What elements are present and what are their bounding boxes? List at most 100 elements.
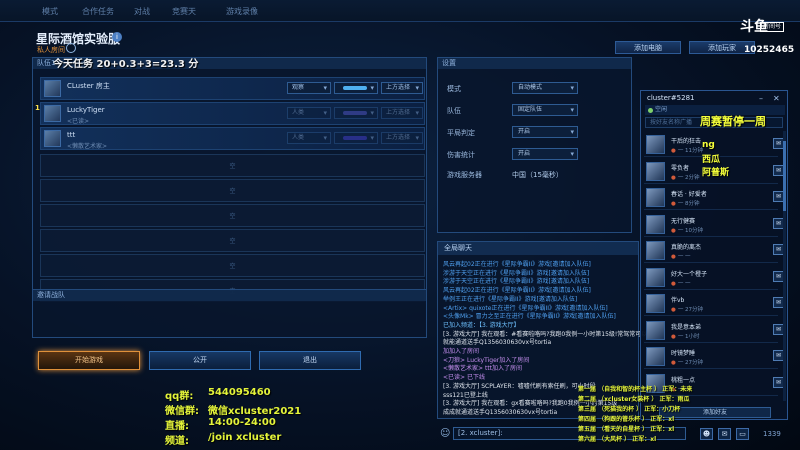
friend-row[interactable]: 真脆的离杰一 一✉ [644, 239, 784, 263]
chat-message: <Artix> quixote正在进行《星际争霸II》游戏[邀请加入队伍] [443, 304, 608, 312]
mode-dropdown[interactable]: 自动模式 [512, 82, 578, 94]
friend-avatar [646, 188, 665, 207]
chat-message: 加加入了房间 [443, 348, 480, 355]
task-overlay: 今天任务 20+0.3+3=23.3 分 [53, 59, 199, 70]
close-icon[interactable]: ✕ [773, 94, 780, 103]
lobby-subtitle: 私人房间 [37, 46, 65, 54]
chat-message: 风云再起02正在进行《星际争霸II》游戏[邀请加入队伍] [443, 261, 591, 268]
action-dropdown[interactable]: 上方选择 [381, 132, 423, 144]
player-name: LuckyTiger [67, 106, 105, 114]
chat-message: 涉游于天空正在进行《星际争霸II》游戏[邀请加入队伍] [443, 269, 590, 277]
server-label: 游戏服务器 [447, 171, 482, 179]
add-pc-button[interactable]: 添加电脑 [615, 41, 681, 54]
friend-avatar [646, 135, 665, 154]
friend-name: 真脆的离杰 [671, 244, 702, 251]
setting-label: 队伍 [447, 107, 461, 115]
nav-tab[interactable]: 游戏录像 [226, 6, 258, 17]
chat-header[interactable]: 全局聊天 [438, 242, 638, 255]
player-row: ttt <懒散艺术家> 人类 上方选择 [40, 127, 425, 150]
scroll-thumb[interactable] [783, 141, 786, 211]
player-name: ttt [67, 131, 76, 139]
privacy-icon[interactable] [66, 43, 76, 53]
tie-dropdown[interactable]: 开启 [512, 126, 578, 138]
empty-slot[interactable]: 空 [40, 179, 425, 202]
color-swatch [343, 111, 367, 115]
nav-tab[interactable]: 竞赛天 [172, 6, 196, 17]
setting-label: 伤害统计 [447, 151, 475, 159]
chat-message: sss121已登上线 [443, 391, 488, 399]
friend-status: 一 一 [671, 279, 691, 287]
users-icon[interactable]: ☻ [700, 428, 713, 440]
nav-tab[interactable]: 模式 [42, 6, 58, 17]
action-dropdown[interactable]: 上方选择 [381, 107, 423, 119]
chat-message: 就能通道送手Q1356030630vx号tortia [443, 339, 552, 347]
empty-slot[interactable]: 空 [40, 229, 425, 252]
settings-panel: 设置 模式 自动模式 队伍 固定队伍 平局判定 开启 伤害统计 开启 游戏服务器… [437, 57, 632, 233]
chat-message: <头像Mk> 冒力之至正在进行《星际争霸II》游戏[邀请加入队伍] [443, 313, 616, 321]
friend-name: 干后的狂击 [671, 138, 702, 145]
friend-name: 伴vb [671, 297, 685, 304]
slot-label: 空 [229, 163, 236, 170]
nav-tab[interactable]: 合作任务 [82, 6, 114, 17]
empty-slot[interactable]: 空 [40, 154, 425, 177]
friends-title: cluster#5281 [647, 94, 695, 102]
chat-message: 成成就通道送手Q1356030630vx号tortia [443, 408, 558, 416]
role-dropdown[interactable]: 人类 [287, 107, 331, 119]
friend-avatar [646, 320, 665, 340]
friend-row[interactable]: 无行健赛一 10分钟✉ [644, 213, 784, 237]
friend-avatar [646, 267, 665, 287]
friend-row[interactable]: 伴vb一 27分钟✉ [644, 292, 784, 316]
damage-dropdown[interactable]: 开启 [512, 148, 578, 160]
minimize-icon[interactable]: – [759, 94, 763, 103]
player-avatar[interactable] [44, 130, 61, 147]
color-dropdown[interactable] [334, 107, 378, 119]
color-dropdown[interactable] [334, 82, 378, 94]
empty-slot[interactable]: 空 [40, 204, 425, 227]
nav-tab[interactable]: 对战 [134, 6, 150, 17]
team-dropdown[interactable]: 固定队伍 [512, 104, 578, 116]
side-note: 阿普斯 [702, 168, 730, 178]
info-value: 544095460 [208, 387, 271, 398]
friend-avatar [646, 161, 665, 181]
friend-avatar [646, 241, 665, 260]
emoji-icon[interactable]: ☺ [440, 428, 450, 439]
friends-scrollbar[interactable] [783, 131, 786, 401]
role-dropdown[interactable]: 观察 [287, 82, 331, 94]
chat-message: <刀狼> LuckyTiger加入了房间 [443, 356, 530, 364]
chat-message: <懒散艺术家> ttt加入了房间 [443, 365, 523, 373]
chat-message: 举例王正在进行《星际争霸II》游戏[邀请加入队伍] [443, 295, 578, 303]
friend-row[interactable]: 我是意本弟一 1小时✉ [644, 319, 784, 343]
friend-name: 桃粗一点 [671, 376, 696, 384]
info-icon[interactable]: i [112, 32, 122, 42]
player-avatar[interactable] [44, 80, 61, 97]
slot-label: 空 [229, 263, 236, 270]
player-avatar[interactable] [44, 105, 61, 122]
chat-icon[interactable]: ✉ [718, 428, 731, 440]
color-dropdown[interactable] [334, 132, 378, 144]
player-note: <已读> [67, 118, 90, 125]
leave-button[interactable]: 退出 [259, 351, 361, 370]
friend-row[interactable]: 春话 · 好爱者一 8分钟✉ [644, 186, 784, 210]
empty-slot[interactable]: 空 [40, 254, 425, 277]
online-count: 1339 [763, 430, 781, 438]
action-dropdown[interactable]: 上方选择 [381, 82, 423, 94]
monitor-icon[interactable]: ▭ [736, 428, 749, 440]
start-game-button[interactable]: 开始游戏 [38, 351, 140, 370]
friend-status: 一 11分钟 [671, 146, 703, 154]
teammates-panel: 邀请战队 [32, 289, 427, 338]
info-label: 直播: [165, 421, 189, 432]
rank-line: 第三届 （死猫我的杯 ） 正军：小刀杯 [578, 406, 681, 413]
slot-label: 空 [229, 213, 236, 220]
friend-row[interactable]: 好大一个橙子一 一✉ [644, 266, 784, 290]
friend-name: 零负者 [671, 164, 690, 172]
friend-status: 一 8分钟 [671, 199, 700, 207]
role-dropdown[interactable]: 人类 [287, 132, 331, 144]
logo-tag: 房间号 [760, 22, 784, 32]
chat-message: <已读> 已下线 [443, 374, 485, 382]
rank-line: 第一届 （自我和智的杯主杯 ） 正军：未来 [578, 386, 693, 393]
friend-name: 春话 · 好爱者 [671, 191, 707, 198]
info-label: 频道: [165, 436, 189, 447]
public-button[interactable]: 公开 [149, 351, 251, 370]
friend-row[interactable]: 时镜梦睡一 27分钟✉ [644, 345, 784, 369]
info-value: 14:00-24:00 [208, 417, 276, 428]
